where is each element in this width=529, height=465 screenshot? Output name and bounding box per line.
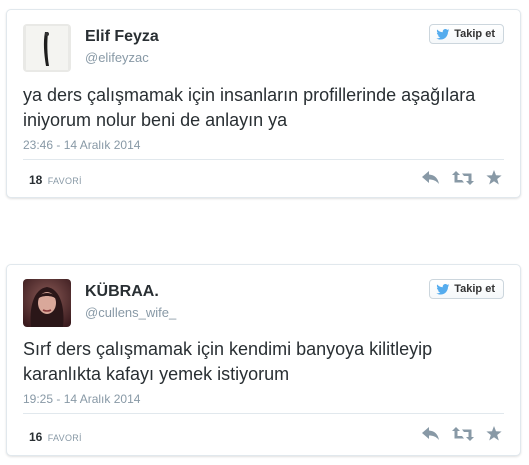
favorite-count[interactable]: 16 FAVORİ [29,430,82,444]
follow-button-label: Takip et [454,283,495,295]
tweet-actions [422,170,502,185]
avatar[interactable] [23,24,71,72]
favorite-count-label: FAVORİ [47,176,82,186]
favorite-count-value: 16 [29,430,43,444]
twitter-bird-icon [436,28,450,40]
tweet-card: KÜBRAA. @cullens_wife_ Takip et Sırf der… [6,264,521,456]
follow-button[interactable]: Takip et [429,279,504,299]
user-name[interactable]: KÜBRAA. [85,283,159,301]
divider [23,159,504,160]
user-handle[interactable]: @elifeyzac [85,50,149,65]
retweet-icon[interactable] [452,426,474,441]
user-name[interactable]: Elif Feyza [85,28,159,46]
retweet-icon[interactable] [452,170,474,185]
follow-button-label: Takip et [454,28,495,40]
divider [23,413,504,414]
tweet-text: ya ders çalışmamak için insanların profi… [23,85,476,130]
favorite-icon[interactable] [486,426,502,441]
favorite-count[interactable]: 18 FAVORİ [29,173,82,187]
favorite-icon[interactable] [486,170,502,185]
tweet-timestamp[interactable]: 23:46 - 14 Aralık 2014 [23,138,140,152]
tweet-card: Elif Feyza @elifeyzac Takip et ya ders ç… [6,9,521,198]
tweet-text: Sırf ders çalışmamak için kendimi banyoy… [23,339,433,384]
avatar[interactable] [23,279,71,327]
twitter-bird-icon [436,283,450,295]
follow-button[interactable]: Takip et [429,24,504,44]
user-handle[interactable]: @cullens_wife_ [85,305,176,320]
reply-icon[interactable] [422,170,440,185]
tweet-timestamp[interactable]: 19:25 - 14 Aralık 2014 [23,392,140,406]
tweet-actions [422,426,502,441]
favorite-count-value: 18 [29,173,43,187]
reply-icon[interactable] [422,426,440,441]
favorite-count-label: FAVORİ [47,433,82,443]
